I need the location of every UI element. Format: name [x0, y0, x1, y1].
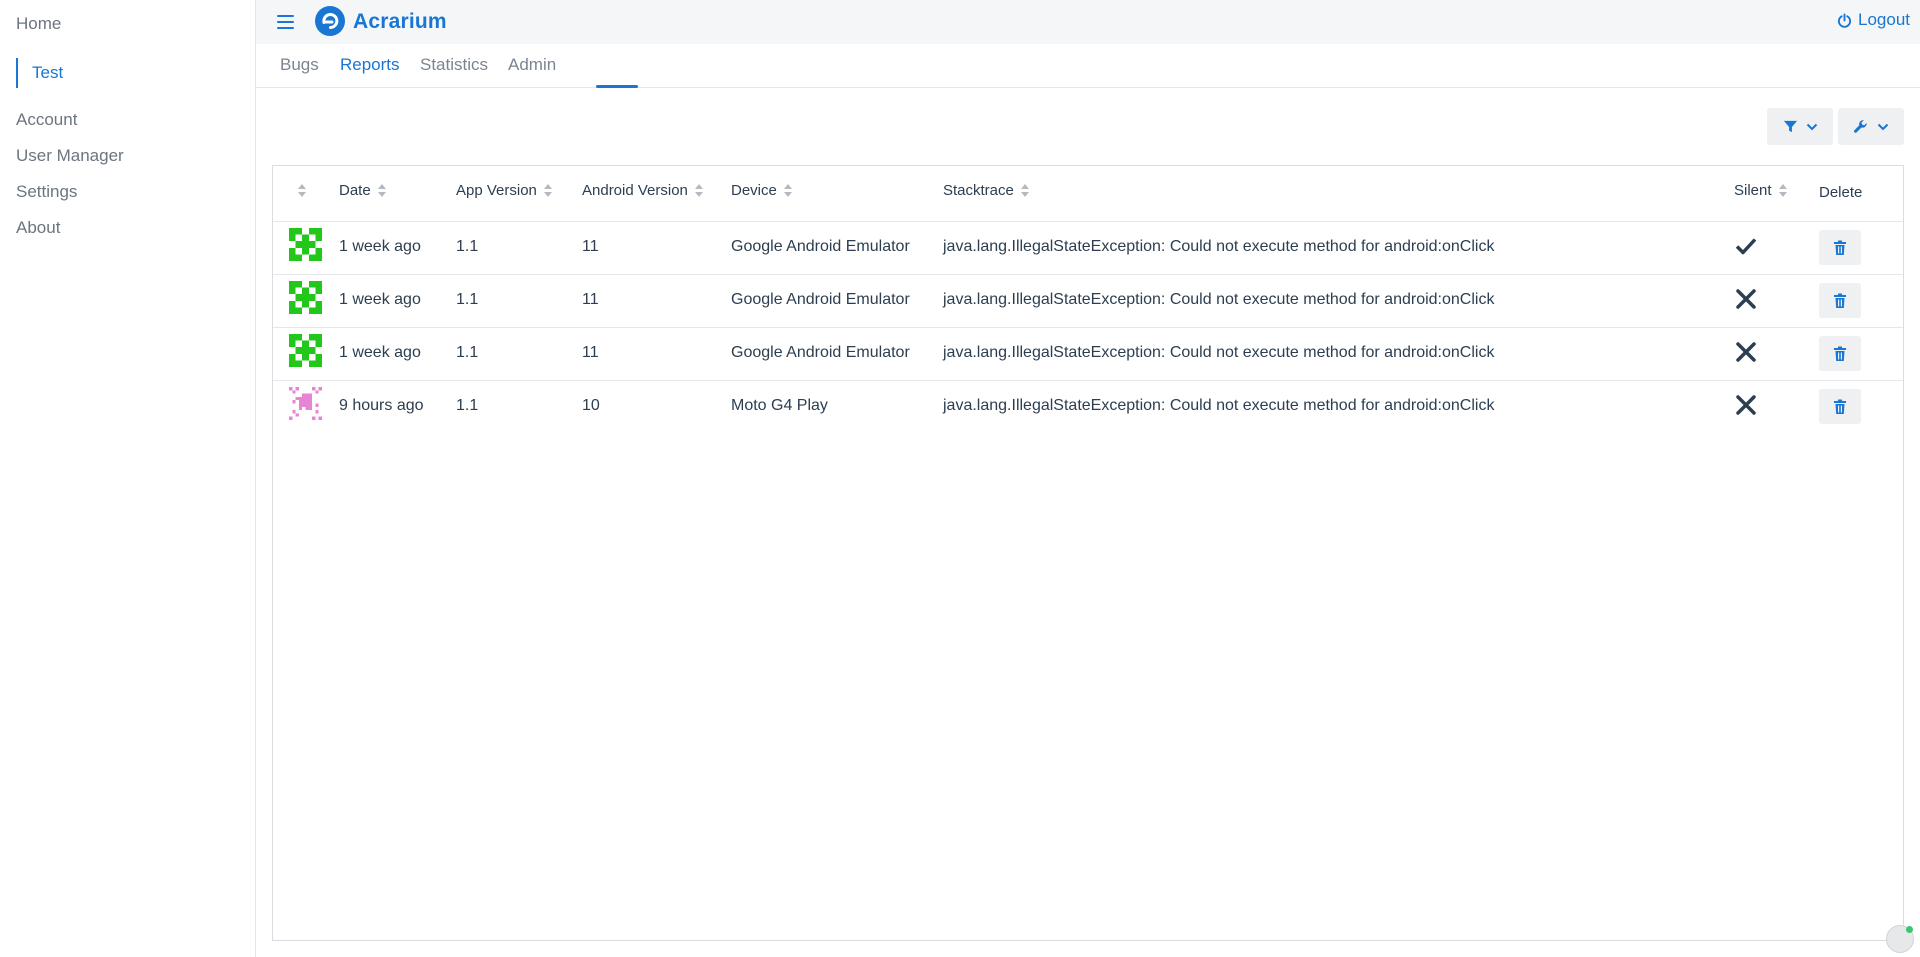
sidebar-item-user-manager[interactable]: User Manager	[16, 146, 124, 166]
tab-admin[interactable]: Admin	[508, 55, 556, 75]
sidebar-item-about[interactable]: About	[16, 218, 60, 238]
device-cell: Google Android Emulator	[731, 291, 910, 308]
green-identicon	[289, 228, 322, 261]
stacktrace-cell: java.lang.IllegalStateException: Could n…	[943, 397, 1495, 414]
android-version-cell: 11	[582, 238, 599, 255]
tab-statistics[interactable]: Statistics	[420, 55, 488, 75]
green-identicon	[289, 281, 322, 314]
stacktrace-cell: java.lang.IllegalStateException: Could n…	[943, 344, 1495, 361]
trash-icon	[1834, 346, 1846, 361]
sidebar-item-home[interactable]: Home	[16, 14, 61, 34]
date-cell: 1 week ago	[339, 291, 421, 308]
date-cell: 9 hours ago	[339, 397, 424, 414]
app-version-cell: 1.1	[456, 344, 479, 361]
pink-identicon	[289, 387, 322, 420]
table-row[interactable]: 9 hours ago 1.1 10 Moto G4 Play java.lan…	[273, 380, 1903, 433]
app-version-cell: 1.1	[456, 238, 479, 255]
logout-button[interactable]: Logout	[1837, 10, 1910, 30]
cross-icon	[1736, 342, 1756, 362]
sidebar-item-settings[interactable]: Settings	[16, 182, 77, 202]
device-cell: Moto G4 Play	[731, 397, 828, 414]
sort-icon	[543, 183, 552, 198]
brand-name[interactable]: Acrarium	[353, 10, 447, 34]
stacktrace-cell: java.lang.IllegalStateException: Could n…	[943, 238, 1495, 255]
reports-table: Date App Version Android Version Device …	[272, 165, 1904, 941]
cross-icon	[1736, 395, 1756, 415]
wrench-icon	[1854, 119, 1867, 133]
tab-bar: Bugs Reports Statistics Admin	[256, 44, 1920, 88]
column-header-stacktrace[interactable]: Stacktrace	[943, 182, 1029, 199]
check-icon	[1735, 238, 1757, 255]
active-tab-indicator	[596, 85, 638, 88]
stacktrace-cell: java.lang.IllegalStateException: Could n…	[943, 291, 1495, 308]
cross-icon	[1736, 289, 1756, 309]
green-identicon	[289, 334, 322, 367]
delete-button[interactable]	[1819, 389, 1861, 424]
sort-icon	[377, 183, 386, 198]
tools-menu-button[interactable]	[1838, 108, 1904, 145]
sort-icon	[694, 183, 703, 198]
tab-bugs[interactable]: Bugs	[280, 55, 319, 75]
trash-icon	[1834, 399, 1846, 414]
status-indicator-icon[interactable]	[1886, 925, 1914, 953]
filter-icon	[1783, 120, 1797, 133]
sidebar: Home Test Account User Manager Settings …	[0, 0, 256, 957]
table-row[interactable]: 1 week ago 1.1 11 Google Android Emulato…	[273, 274, 1903, 327]
date-cell: 1 week ago	[339, 344, 421, 361]
sidebar-item-test[interactable]: Test	[16, 58, 63, 88]
date-cell: 1 week ago	[339, 238, 421, 255]
device-cell: Google Android Emulator	[731, 344, 910, 361]
acrarium-logo	[315, 6, 345, 36]
chevron-down-icon	[1806, 123, 1817, 130]
logout-label: Logout	[1858, 10, 1910, 29]
delete-button[interactable]	[1819, 283, 1861, 318]
app-version-cell: 1.1	[456, 291, 479, 308]
sort-icon	[1020, 183, 1029, 198]
android-version-cell: 11	[582, 344, 599, 361]
power-icon	[1837, 12, 1852, 28]
column-header-device[interactable]: Device	[731, 182, 792, 199]
sort-icon[interactable]	[298, 184, 306, 198]
device-cell: Google Android Emulator	[731, 238, 910, 255]
delete-button[interactable]	[1819, 230, 1861, 265]
table-row[interactable]: 1 week ago 1.1 11 Google Android Emulato…	[273, 327, 1903, 380]
trash-icon	[1834, 240, 1846, 255]
column-header-android-version[interactable]: Android Version	[582, 182, 703, 199]
table-row[interactable]: 1 week ago 1.1 11 Google Android Emulato…	[273, 221, 1903, 274]
top-bar: Acrarium Logout	[256, 0, 1920, 44]
column-header-date[interactable]: Date	[339, 182, 386, 199]
column-header-silent[interactable]: Silent	[1734, 182, 1787, 199]
app-version-cell: 1.1	[456, 397, 479, 414]
chevron-down-icon	[1877, 123, 1889, 130]
filter-menu-button[interactable]	[1767, 108, 1833, 145]
sidebar-item-account[interactable]: Account	[16, 110, 77, 130]
sort-icon	[1778, 183, 1787, 198]
column-header-app-version[interactable]: App Version	[456, 182, 552, 199]
delete-button[interactable]	[1819, 336, 1861, 371]
android-version-cell: 10	[582, 397, 600, 414]
column-header-delete: Delete	[1819, 184, 1863, 201]
trash-icon	[1834, 293, 1846, 308]
android-version-cell: 11	[582, 291, 599, 308]
sort-icon	[783, 183, 792, 198]
hamburger-menu-icon[interactable]	[277, 12, 295, 30]
tab-reports[interactable]: Reports	[340, 55, 400, 75]
